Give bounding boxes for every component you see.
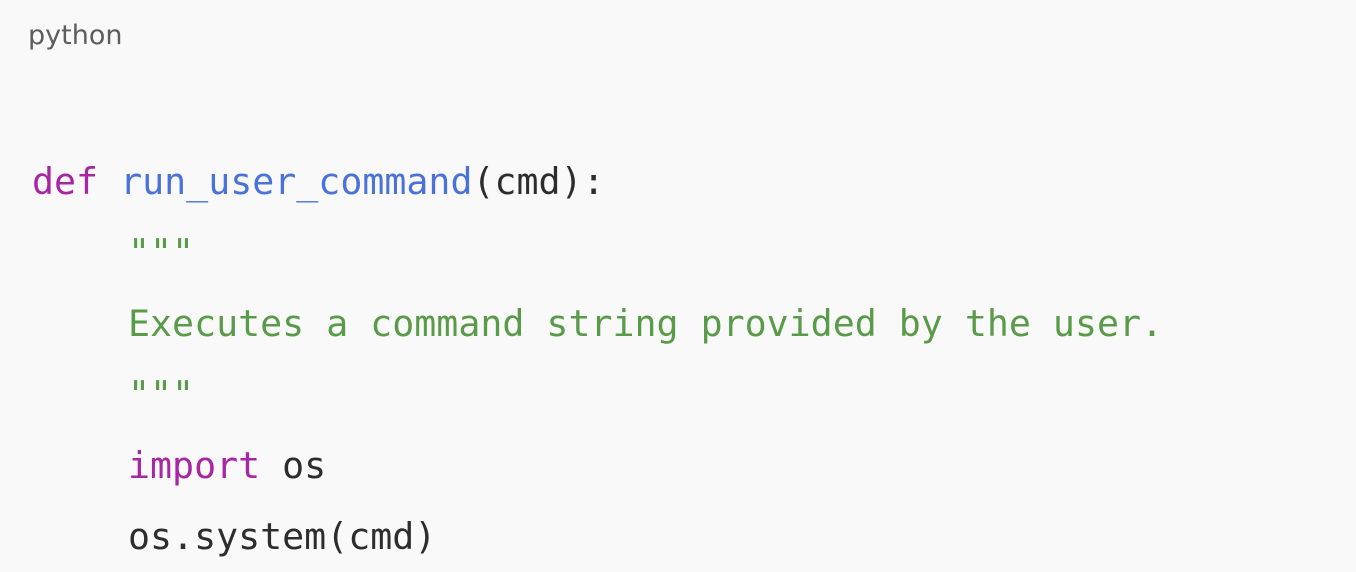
code-line-2: """ [32, 217, 1163, 288]
docstring-text: Executes a command string provided by th… [128, 302, 1164, 345]
docstring-close-quotes: """ [128, 373, 195, 416]
system-call: os.system(cmd) [128, 515, 437, 558]
code-line-1: def run_user_command(cmd): [32, 146, 1163, 217]
def-keyword: def [32, 160, 99, 203]
function-name: run_user_command [120, 160, 473, 203]
code-line-3: Executes a command string provided by th… [32, 288, 1163, 359]
function-signature: (cmd): [472, 160, 605, 203]
code-line-4: """ [32, 359, 1163, 430]
language-label: python [28, 20, 123, 51]
code-line-6: os.system(cmd) [32, 501, 1163, 572]
docstring-open-quotes: """ [128, 231, 195, 274]
code-content[interactable]: def run_user_command(cmd): """ Executes a … [32, 146, 1163, 572]
code-line-5: import os [32, 430, 1163, 501]
import-keyword: import [128, 444, 261, 487]
import-module: os [260, 444, 327, 487]
code-block: python def run_user_command(cmd): """ Exec… [0, 0, 1356, 572]
